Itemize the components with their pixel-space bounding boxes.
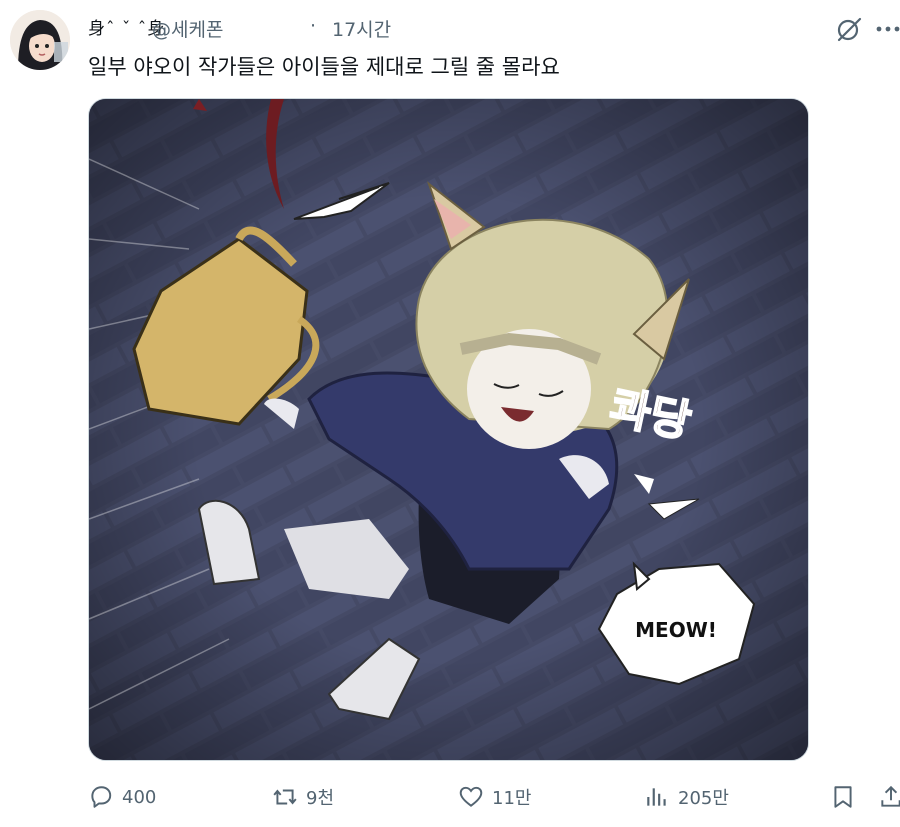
views-button[interactable]: 205만 (644, 780, 729, 814)
repost-count: 9천 (306, 788, 335, 809)
timestamp[interactable]: 17시간 (332, 15, 391, 42)
bar-chart-icon (647, 788, 666, 806)
speech-bubble-icon (91, 786, 112, 808)
tweet-header: ⾝ˆ ˇ ˆ⾝ @세케폰 · 17시간 (88, 14, 900, 42)
tweet-media-image[interactable]: 콰당 MEOW! (88, 98, 809, 761)
repost-button[interactable]: 9천 (272, 780, 334, 814)
grok-icon[interactable] (836, 16, 862, 42)
like-count: 11만 (492, 788, 532, 809)
reply-count: 400 (122, 786, 157, 808)
share-upload-icon (881, 785, 900, 807)
more-dots-icon[interactable] (876, 26, 900, 32)
tweet-text: 일부 야오이 작가들은 아이들을 제대로 그릴 줄 몰라요 (88, 55, 560, 79)
user-handle[interactable]: @세케폰 (152, 15, 223, 42)
share-button[interactable] (878, 780, 900, 814)
like-button[interactable]: 11만 (458, 780, 531, 814)
bookmark-button[interactable] (830, 780, 856, 814)
repost-arrows-icon (273, 789, 297, 805)
avatar[interactable] (10, 10, 70, 70)
speech-bubble-text: MEOW! (635, 618, 717, 642)
separator-dot: · (310, 15, 317, 37)
manga-illustration: 콰당 MEOW! (89, 99, 808, 760)
view-count: 205만 (678, 788, 729, 809)
reply-button[interactable]: 400 (88, 780, 156, 814)
bookmark-icon (834, 786, 852, 808)
avatar-image (10, 10, 70, 70)
heart-icon (459, 786, 483, 807)
tweet-actions: 400 9천 11만 205만 (88, 780, 900, 814)
